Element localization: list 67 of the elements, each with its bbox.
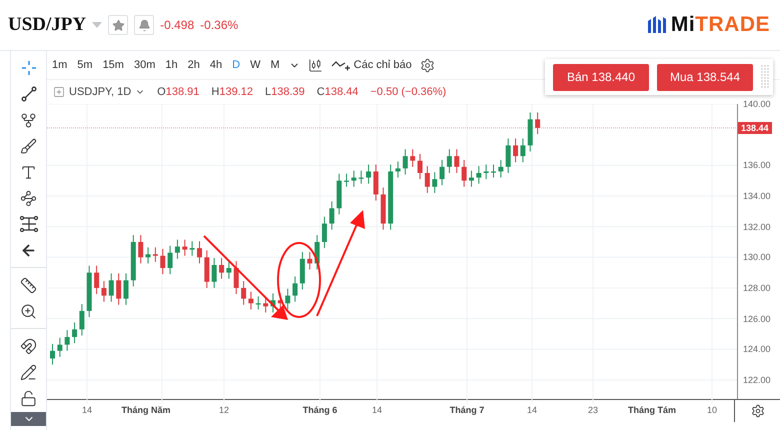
buy-button[interactable]: Mua 138.544 <box>657 64 753 90</box>
star-icon <box>112 18 125 32</box>
zoom-in-icon <box>20 302 37 320</box>
crosshair-icon <box>20 60 36 76</box>
price-tick: 128.00 <box>743 282 771 293</box>
interval-tab[interactable]: 1h <box>164 59 179 71</box>
ohlc-value: C138.44 <box>316 86 358 98</box>
symbol-menu[interactable]: USDJPY, 1D <box>53 86 146 98</box>
collapse-button[interactable] <box>11 412 46 426</box>
price-tick: 134.00 <box>743 190 771 201</box>
time-label: Tháng 7 <box>450 405 484 415</box>
ruler-icon <box>20 276 37 294</box>
time-label: Tháng Năm <box>122 405 170 415</box>
time-label: 14 <box>82 405 92 415</box>
ohlc-value: O138.91 <box>157 86 200 98</box>
settings-icon[interactable] <box>750 404 764 418</box>
pattern-icon <box>20 190 37 206</box>
price-change: -0.498 <box>160 18 194 32</box>
time-label: 12 <box>219 405 229 415</box>
interval-tab[interactable]: 5m <box>76 59 94 71</box>
sell-button[interactable]: Bán 138.440 <box>553 64 649 90</box>
time-label: Tháng 6 <box>302 405 338 415</box>
lock-icon <box>20 390 37 406</box>
interval-tab[interactable]: 15m <box>102 59 125 71</box>
time-label: 14 <box>527 405 537 415</box>
text-icon <box>20 164 37 180</box>
fork-icon <box>20 112 37 128</box>
indicators-button[interactable]: Các chỉ báo <box>330 58 412 72</box>
interval-tab[interactable]: 4h <box>208 59 224 71</box>
price-tick: 130.00 <box>743 252 771 262</box>
legend-change: −0.50 (−0.36%) <box>370 86 446 98</box>
symbol-title: USD/JPY <box>8 14 86 36</box>
percent-change: -0.36% <box>200 18 238 32</box>
time-label: Tháng Tám <box>628 405 676 415</box>
interval-tab[interactable]: 1m <box>51 59 68 71</box>
settings-icon <box>420 58 435 72</box>
favorite-button[interactable] <box>108 15 128 35</box>
logo-wordmark: MiTRADE <box>670 13 770 37</box>
price-tick: 136.00 <box>743 160 771 170</box>
plus-square-icon <box>53 86 65 98</box>
ohlc-value: H139.12 <box>211 86 253 98</box>
time-label: 23 <box>588 405 598 415</box>
trend-line-icon <box>20 86 36 102</box>
price-tick: 126.00 <box>743 314 771 324</box>
drag-handle-icon[interactable] <box>761 64 769 90</box>
bell-icon <box>138 18 151 32</box>
last-price-tag: 138.44 <box>738 122 772 134</box>
interval-tab[interactable]: 2h <box>186 59 201 71</box>
magnet-icon <box>20 338 37 354</box>
price-tick: 124.00 <box>743 344 771 354</box>
interval-tab[interactable]: M <box>269 59 281 71</box>
time-label: 14 <box>372 405 382 415</box>
ohlc-value: L138.39 <box>264 86 305 98</box>
levels-icon <box>20 216 38 232</box>
chart-type-button[interactable] <box>308 58 323 72</box>
brush-icon <box>20 138 37 154</box>
candlestick-icon <box>308 58 323 72</box>
time-label: 10 <box>707 405 717 415</box>
interval-tab[interactable]: W <box>249 59 262 71</box>
settings-button[interactable] <box>420 58 435 72</box>
alert-button[interactable] <box>134 15 154 35</box>
pencil-icon <box>20 364 37 380</box>
price-tick: 132.00 <box>743 222 771 232</box>
interval-tab[interactable]: 30m <box>132 59 156 71</box>
price-tick: 122.00 <box>743 374 771 385</box>
price-tick: 140.00 <box>743 99 771 109</box>
logo-icon <box>646 15 667 35</box>
